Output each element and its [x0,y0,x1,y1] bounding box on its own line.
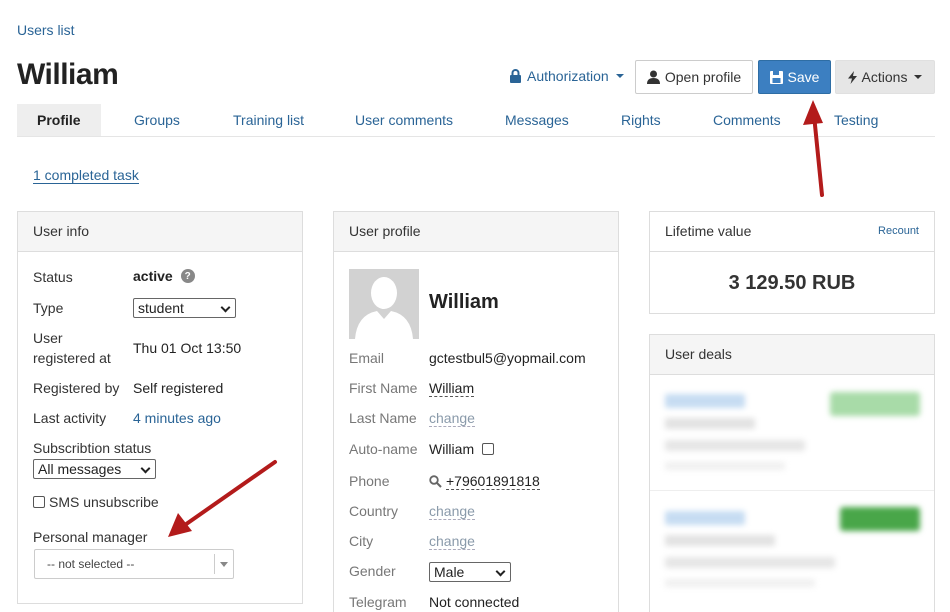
floppy-disk-icon [769,70,783,84]
personal-manager-value: -- not selected -- [47,557,135,571]
personal-manager-label: Personal manager [33,529,148,545]
tab-user-comments[interactable]: User comments [355,104,453,136]
completed-task-link[interactable]: 1 completed task [33,167,139,184]
telegram-label: Telegram [349,594,407,610]
gender-select[interactable]: Male [429,562,511,582]
phone-row: +79601891818 [429,473,540,490]
first-name-label: First Name [349,380,418,396]
chevron-down-icon [496,567,506,577]
page-title: William [17,58,119,91]
city-label: City [349,533,374,549]
last-name-change-link[interactable]: change [429,410,475,427]
gender-select-value: Male [434,564,465,580]
subscription-select-value: All messages [38,461,122,477]
telegram-value: Not connected [429,594,520,610]
caret-down-icon [914,75,923,79]
last-activity-label: Last activity [33,410,107,426]
breadcrumb-users-list[interactable]: Users list [17,22,75,38]
registered-by-label: Registered by [33,380,120,396]
chevron-down-icon [141,464,151,474]
tab-groups[interactable]: Groups [134,104,180,136]
actions-dropdown-button[interactable]: Actions [835,60,935,94]
phone-value[interactable]: +79601891818 [446,473,540,490]
user-deals-panel: User deals [649,334,935,612]
type-select[interactable]: student [133,298,236,318]
first-name-value[interactable]: William [429,380,475,397]
phone-label: Phone [349,473,390,489]
lightning-icon [847,70,857,84]
search-icon[interactable] [429,475,442,488]
help-icon[interactable]: ? [180,269,195,283]
deal-item-blurred [650,376,934,490]
user-profile-panel: User profile William Email gctestbul5@yo… [333,211,619,612]
user-icon [646,70,660,84]
type-select-value: student [138,300,184,316]
registered-by-value: Self registered [133,380,224,396]
subscription-label: Subscribtion status [33,440,152,456]
auto-name-row: William [429,441,495,457]
tab-training-list[interactable]: Training list [233,104,304,136]
authorization-dropdown[interactable]: Authorization [509,68,624,84]
select-divider [214,554,215,574]
last-name-label: Last Name [349,410,417,426]
tab-bar: Profile Groups Training list User commen… [17,104,935,137]
user-profile-title: User profile [349,223,421,239]
type-label: Type [33,300,64,316]
lifetime-value-heading: Lifetime value Recount [650,212,934,252]
tab-comments[interactable]: Comments [713,104,781,136]
country-change-link[interactable]: change [429,503,475,520]
gender-label: Gender [349,563,396,579]
caret-down-icon [220,562,228,567]
lock-icon [510,69,521,83]
sms-unsubscribe-label: SMS unsubscribe [49,494,159,510]
email-value: gctestbul5@yopmail.com [429,350,586,366]
city-change-link[interactable]: change [429,533,475,550]
auto-name-checkbox[interactable] [482,443,495,455]
open-profile-button[interactable]: Open profile [635,60,753,94]
registered-at-value: Thu 01 Oct 13:50 [133,340,242,356]
authorization-label: Authorization [527,68,609,84]
personal-manager-select[interactable]: -- not selected -- [34,549,234,579]
open-profile-label: Open profile [664,69,742,85]
subscription-select[interactable]: All messages [33,459,156,479]
registered-at-label-1: User [33,330,63,346]
user-silhouette-icon [349,269,419,339]
user-deals-heading: User deals [650,335,934,375]
lifetime-value-panel: Lifetime value Recount 3 129.50 RUB [649,211,935,314]
save-label: Save [787,69,820,85]
user-info-panel: User info Status active ? Type student U… [17,211,303,604]
lifetime-value-amount: 3 129.50 RUB [728,272,856,294]
tab-rights[interactable]: Rights [621,104,661,136]
status-label: Status [33,269,73,285]
email-label: Email [349,350,385,366]
user-info-title: User info [33,223,90,239]
auto-name-label: Auto-name [349,441,418,457]
tab-messages[interactable]: Messages [505,104,569,136]
user-info-heading: User info [18,212,302,252]
profile-name: William [429,291,499,313]
status-value-wrap: active ? [133,268,195,284]
sms-unsubscribe-checkbox[interactable] [33,496,45,508]
country-label: Country [349,503,399,519]
last-activity-value[interactable]: 4 minutes ago [133,410,221,426]
lifetime-value-title: Lifetime value [665,223,752,239]
status-value: active [133,268,173,284]
registered-at-label-2: registered at [33,350,111,366]
actions-label: Actions [861,69,908,85]
tab-profile[interactable]: Profile [17,104,101,136]
recount-link[interactable]: Recount [878,212,919,251]
caret-down-icon [615,74,624,78]
sms-unsubscribe-row: SMS unsubscribe [33,494,159,510]
chevron-down-icon [221,303,231,313]
deal-item-blurred [650,491,934,601]
avatar [349,269,419,339]
user-deals-title: User deals [665,346,732,362]
tab-testing[interactable]: Testing [834,104,878,136]
save-button[interactable]: Save [758,60,831,94]
user-profile-heading: User profile [334,212,618,252]
auto-name-value: William [429,441,475,457]
